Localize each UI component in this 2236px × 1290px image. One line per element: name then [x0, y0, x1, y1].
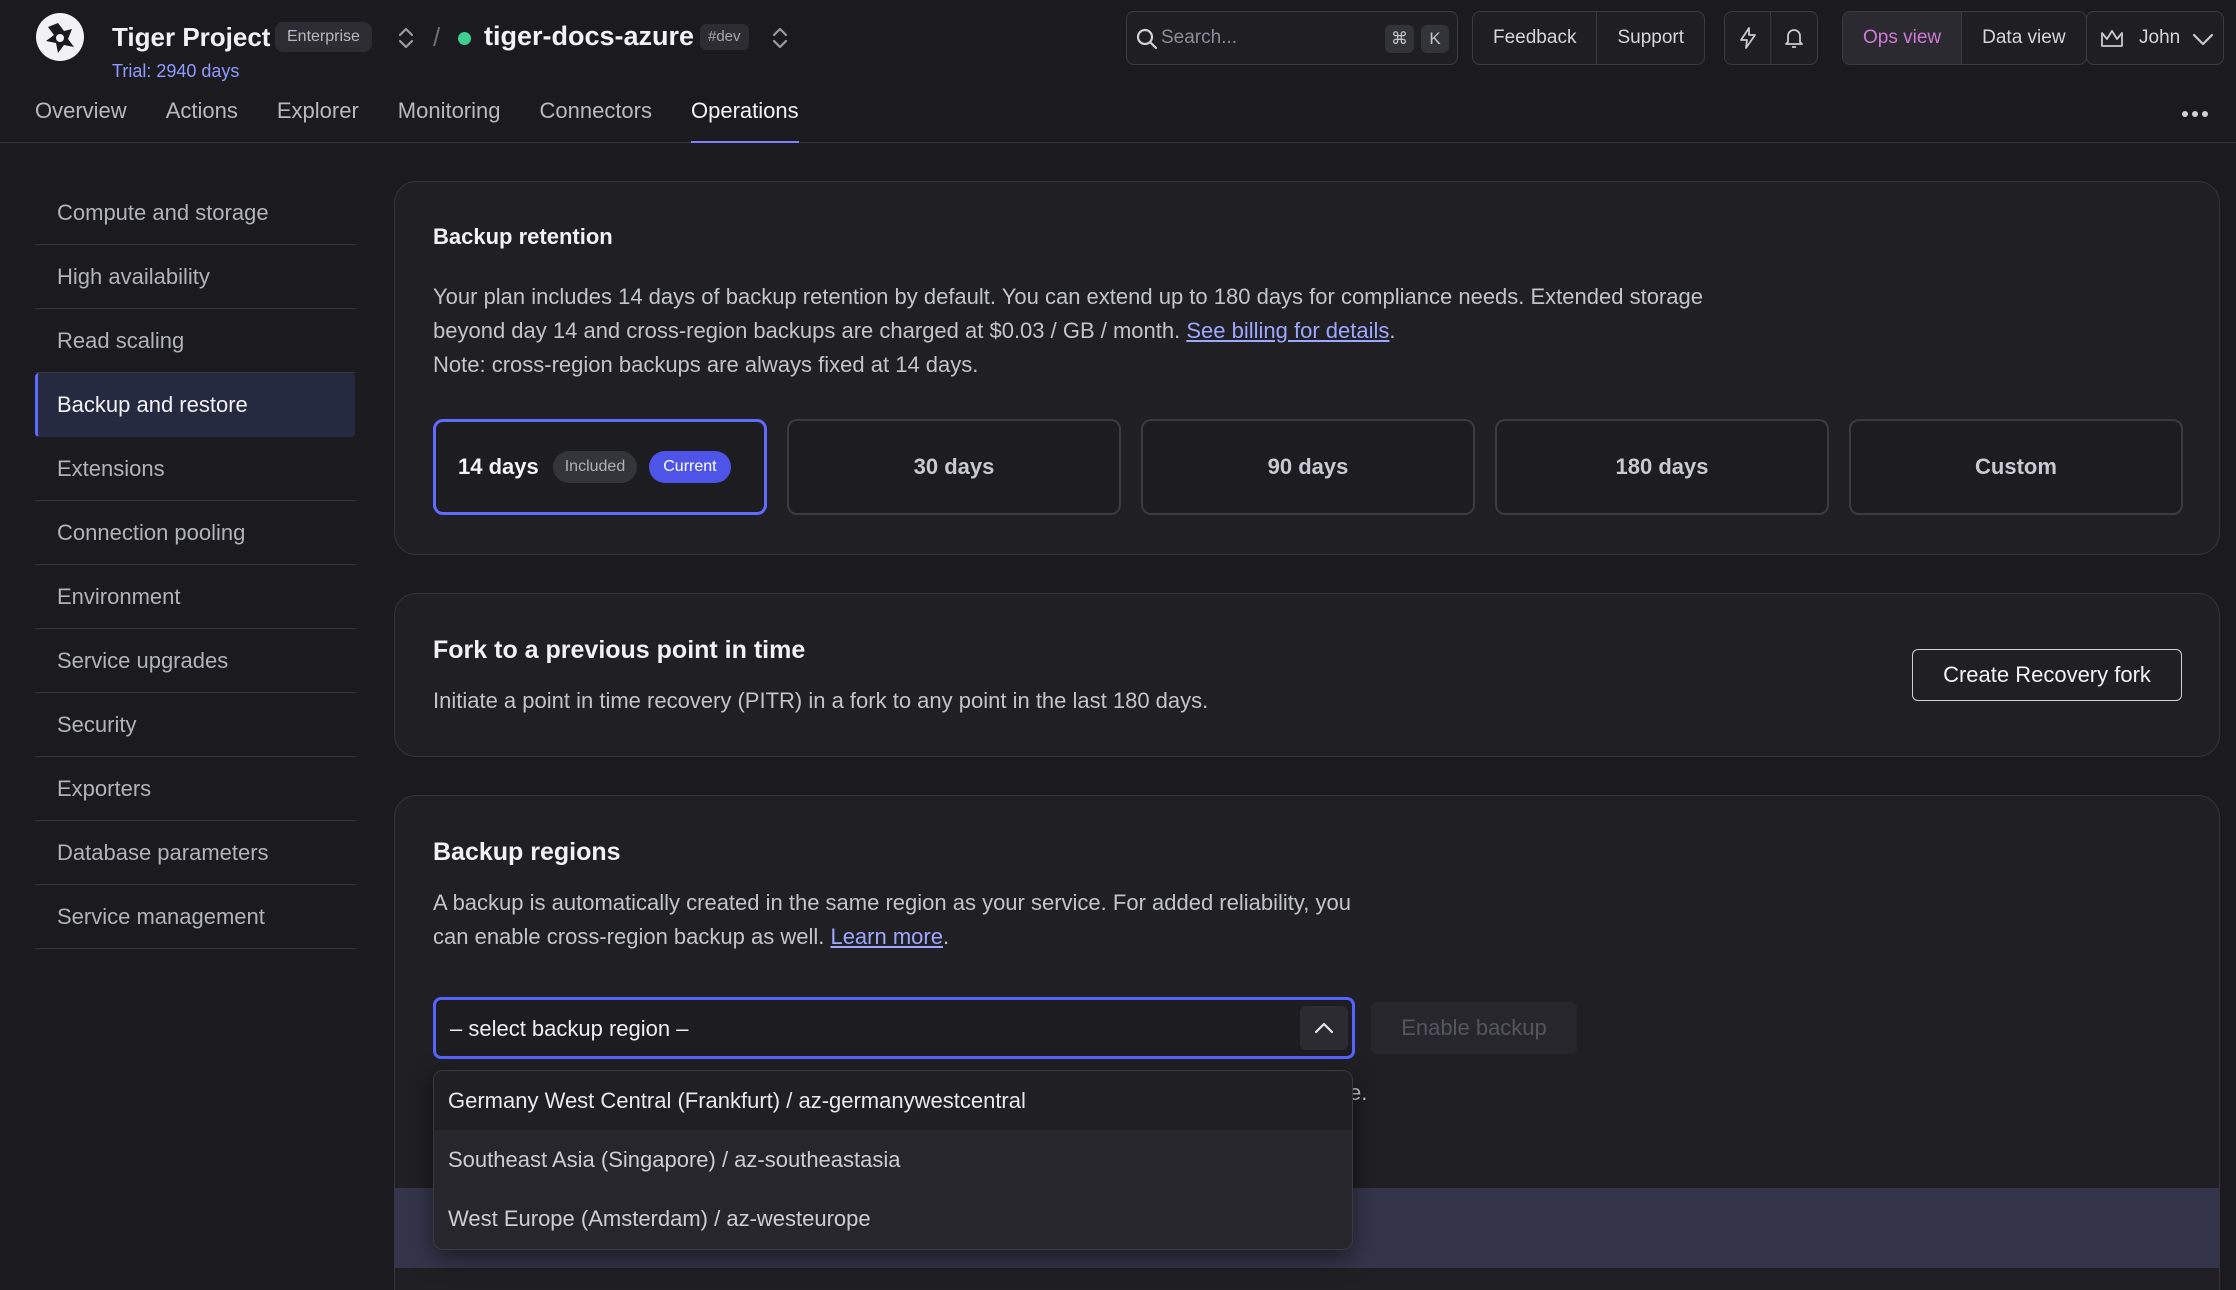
fork-title: Fork to a previous point in time: [433, 636, 806, 664]
shortcut-key-cmd: ⌘: [1385, 25, 1414, 53]
backup-regions-desc-line2-text: can enable cross-region backup as well.: [433, 924, 831, 949]
backup-retention-title: Backup retention: [433, 224, 613, 249]
operations-sidebar: Compute and storage High availability Re…: [35, 181, 355, 949]
included-tag: Included: [552, 451, 638, 483]
backup-retention-desc-line2-end: .: [1389, 318, 1396, 343]
retention-options: 14 days Included Current 30 days 90 days…: [433, 419, 2183, 515]
lightning-icon: [1739, 27, 1756, 49]
backup-retention-description: Your plan includes 14 days of backup ret…: [433, 280, 1703, 382]
sidebar-item-exporters[interactable]: Exporters: [35, 757, 355, 821]
retention-option-14-days[interactable]: 14 days Included Current: [433, 419, 767, 515]
search-box[interactable]: ⌘ K: [1126, 11, 1458, 65]
sidebar-item-database-parameters[interactable]: Database parameters: [35, 821, 355, 885]
tab-connectors[interactable]: Connectors: [539, 98, 652, 142]
retention-option-90-days[interactable]: 90 days: [1141, 419, 1475, 515]
service-switcher-icon[interactable]: [768, 25, 792, 51]
backup-retention-card: Backup retention Your plan includes 14 d…: [394, 181, 2220, 555]
backup-regions-description: A backup is automatically created in the…: [433, 886, 1351, 954]
plan-badge: Enterprise: [275, 22, 372, 52]
backup-regions-desc-line2-end: .: [942, 924, 950, 949]
enable-backup-button[interactable]: Enable backup: [1371, 1002, 1577, 1054]
region-option-germanywestcentral[interactable]: Germany West Central (Frankfurt) / az-ge…: [434, 1071, 1352, 1130]
billing-details-link[interactable]: See billing for details: [1186, 318, 1389, 343]
create-recovery-fork-button[interactable]: Create Recovery fork: [1912, 649, 2182, 701]
data-view-button[interactable]: Data view: [1962, 12, 2085, 64]
tab-actions[interactable]: Actions: [166, 98, 238, 142]
breadcrumb-separator: /: [433, 22, 441, 52]
tab-explorer[interactable]: Explorer: [277, 98, 359, 142]
sidebar-item-service-upgrades[interactable]: Service upgrades: [35, 629, 355, 693]
feedback-button[interactable]: Feedback: [1473, 12, 1598, 64]
backup-retention-desc-line2: beyond day 14 and cross-region backups a…: [433, 314, 1703, 348]
backup-regions-title: Backup regions: [433, 838, 621, 866]
user-name: John: [2139, 27, 2181, 48]
retention-option-custom[interactable]: Custom: [1849, 419, 2183, 515]
backup-region-select[interactable]: – select backup region –: [433, 997, 1355, 1059]
top-bar: Tiger Project Enterprise Trial: 2940 day…: [0, 0, 2236, 143]
help-button-group: Feedback Support: [1472, 11, 1705, 65]
service-name[interactable]: tiger-docs-azure: [484, 21, 694, 52]
region-option-southeastasia[interactable]: Southeast Asia (Singapore) / az-southeas…: [434, 1130, 1352, 1189]
retention-option-180-days[interactable]: 180 days: [1495, 419, 1829, 515]
backup-retention-note: Note: cross-region backups are always fi…: [433, 352, 979, 377]
sidebar-item-backup-and-restore[interactable]: Backup and restore: [35, 373, 355, 437]
tab-overview[interactable]: Overview: [35, 98, 127, 142]
backup-retention-desc-line1: Your plan includes 14 days of backup ret…: [433, 284, 1703, 309]
tab-operations[interactable]: Operations: [691, 98, 799, 143]
service-status-dot: [458, 32, 471, 45]
region-option-westeurope[interactable]: West Europe (Amsterdam) / az-westeurope: [434, 1189, 1352, 1248]
sidebar-item-environment[interactable]: Environment: [35, 565, 355, 629]
sidebar-item-connection-pooling[interactable]: Connection pooling: [35, 501, 355, 565]
project-name[interactable]: Tiger Project: [112, 22, 270, 53]
sidebar-item-read-scaling[interactable]: Read scaling: [35, 309, 355, 373]
more-options-icon[interactable]: [2178, 102, 2212, 126]
main-nav-tabs: Overview Actions Explorer Monitoring Con…: [35, 98, 838, 143]
sidebar-item-high-availability[interactable]: High availability: [35, 245, 355, 309]
fork-description: Initiate a point in time recovery (PITR)…: [433, 688, 1209, 713]
bell-icon: [1785, 29, 1803, 48]
crown-icon: [2101, 30, 2123, 47]
backup-regions-desc-line2: can enable cross-region backup as well. …: [433, 920, 1351, 954]
sidebar-item-extensions[interactable]: Extensions: [35, 437, 355, 501]
quick-actions-group: [1724, 11, 1818, 65]
backup-regions-desc-line1: A backup is automatically created in the…: [433, 890, 1351, 915]
chevron-down-icon: [2192, 33, 2214, 46]
fork-pitr-card: Fork to a previous point in time Initiat…: [394, 593, 2220, 757]
sidebar-item-security[interactable]: Security: [35, 693, 355, 757]
backup-region-dropdown: Germany West Central (Frankfurt) / az-ge…: [433, 1070, 1353, 1250]
view-toggle-group: Ops view Data view: [1842, 11, 2087, 65]
retention-option-30-days[interactable]: 30 days: [787, 419, 1121, 515]
environment-badge: #dev: [700, 24, 749, 50]
project-switcher-icon[interactable]: [394, 25, 418, 51]
backup-retention-desc-line2-text: beyond day 14 and cross-region backups a…: [433, 318, 1187, 343]
ops-view-button[interactable]: Ops view: [1843, 12, 1963, 64]
trial-remaining[interactable]: Trial: 2940 days: [112, 61, 239, 82]
search-input[interactable]: [1161, 23, 1361, 53]
select-toggle[interactable]: [1300, 1006, 1348, 1050]
tiger-logo-icon[interactable]: [34, 11, 86, 63]
backup-region-select-value: – select backup region –: [450, 1016, 689, 1041]
sidebar-item-compute-and-storage[interactable]: Compute and storage: [35, 181, 355, 245]
shortcut-key-k: K: [1421, 25, 1449, 53]
sidebar-item-service-management[interactable]: Service management: [35, 885, 355, 949]
current-tag: Current: [649, 451, 731, 483]
retention-option-label: 14 days: [458, 454, 539, 479]
learn-more-link[interactable]: Learn more: [830, 924, 943, 949]
chevron-up-icon: [1314, 1022, 1334, 1034]
support-button[interactable]: Support: [1597, 12, 1704, 64]
user-menu-button[interactable]: John: [2086, 11, 2224, 65]
lightning-button[interactable]: [1725, 12, 1771, 64]
tab-monitoring[interactable]: Monitoring: [398, 98, 501, 142]
notifications-button[interactable]: [1771, 12, 1817, 64]
search-icon: [1136, 28, 1158, 50]
